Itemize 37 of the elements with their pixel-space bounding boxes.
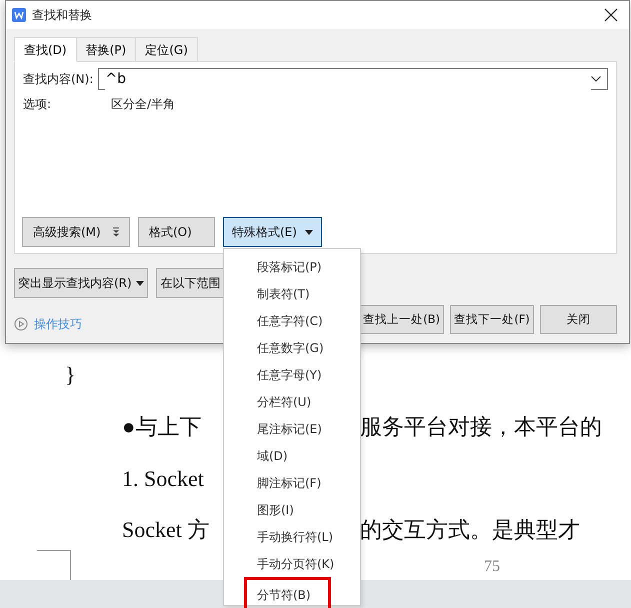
chevron-icon xyxy=(591,76,601,82)
options-value: 区分全/半角 xyxy=(111,96,176,113)
document-text: Socket 方 xyxy=(122,517,210,544)
search-button[interactable]: 查找下一处(F) xyxy=(450,305,534,334)
dropdown-button[interactable]: 格式(O) xyxy=(138,217,215,247)
tab[interactable]: 查找(D) xyxy=(14,37,77,62)
menu-item[interactable]: 分节符(B) xyxy=(244,577,331,608)
dropdown-button[interactable]: 突出显示查找内容(R) xyxy=(14,268,148,298)
field-label: 查找内容(N): xyxy=(23,71,94,88)
caret-icon xyxy=(304,230,313,234)
page-number: 75 xyxy=(484,557,500,577)
document-text: 服务平台对接，本平台的 xyxy=(360,414,602,440)
menu-item[interactable]: 脚注标记(F) xyxy=(224,469,360,496)
document-text: ●与上下 xyxy=(122,414,202,440)
close-icon xyxy=(604,8,618,22)
document-text: 的交互方式。是典型才 xyxy=(360,517,580,544)
close-button[interactable]: 关闭 xyxy=(540,305,617,334)
document-text: } xyxy=(65,362,76,388)
menu-item[interactable]: 分栏符(U) xyxy=(224,388,360,415)
window-title: 查找和替换 xyxy=(32,7,92,24)
menu-item[interactable]: 任意数字(G) xyxy=(224,334,360,361)
tab[interactable]: 定位(G) xyxy=(135,37,198,62)
menu-item[interactable]: 图形(I) xyxy=(224,496,360,523)
search-field[interactable]: ^b xyxy=(98,68,608,90)
caret-icon xyxy=(136,280,144,286)
menu-item[interactable]: 域(D) xyxy=(224,442,360,469)
dropdown-button[interactable]: 特殊格式(E) xyxy=(223,217,322,247)
document-text: 1. Socket xyxy=(122,466,204,492)
dropdown-button[interactable]: 高级搜索(M) xyxy=(22,217,130,247)
play-circle-icon xyxy=(14,317,28,331)
app-icon xyxy=(12,8,26,22)
menu-item[interactable]: 手动分页符(K) xyxy=(224,550,360,577)
menu-item[interactable]: 手动换行符(L) xyxy=(224,523,360,550)
menu-item[interactable]: 尾注标记(E) xyxy=(224,415,360,442)
double-caret-icon xyxy=(112,227,119,237)
options-label: 选项: xyxy=(23,96,52,113)
menu-item[interactable]: 任意字母(Y) xyxy=(224,361,360,388)
